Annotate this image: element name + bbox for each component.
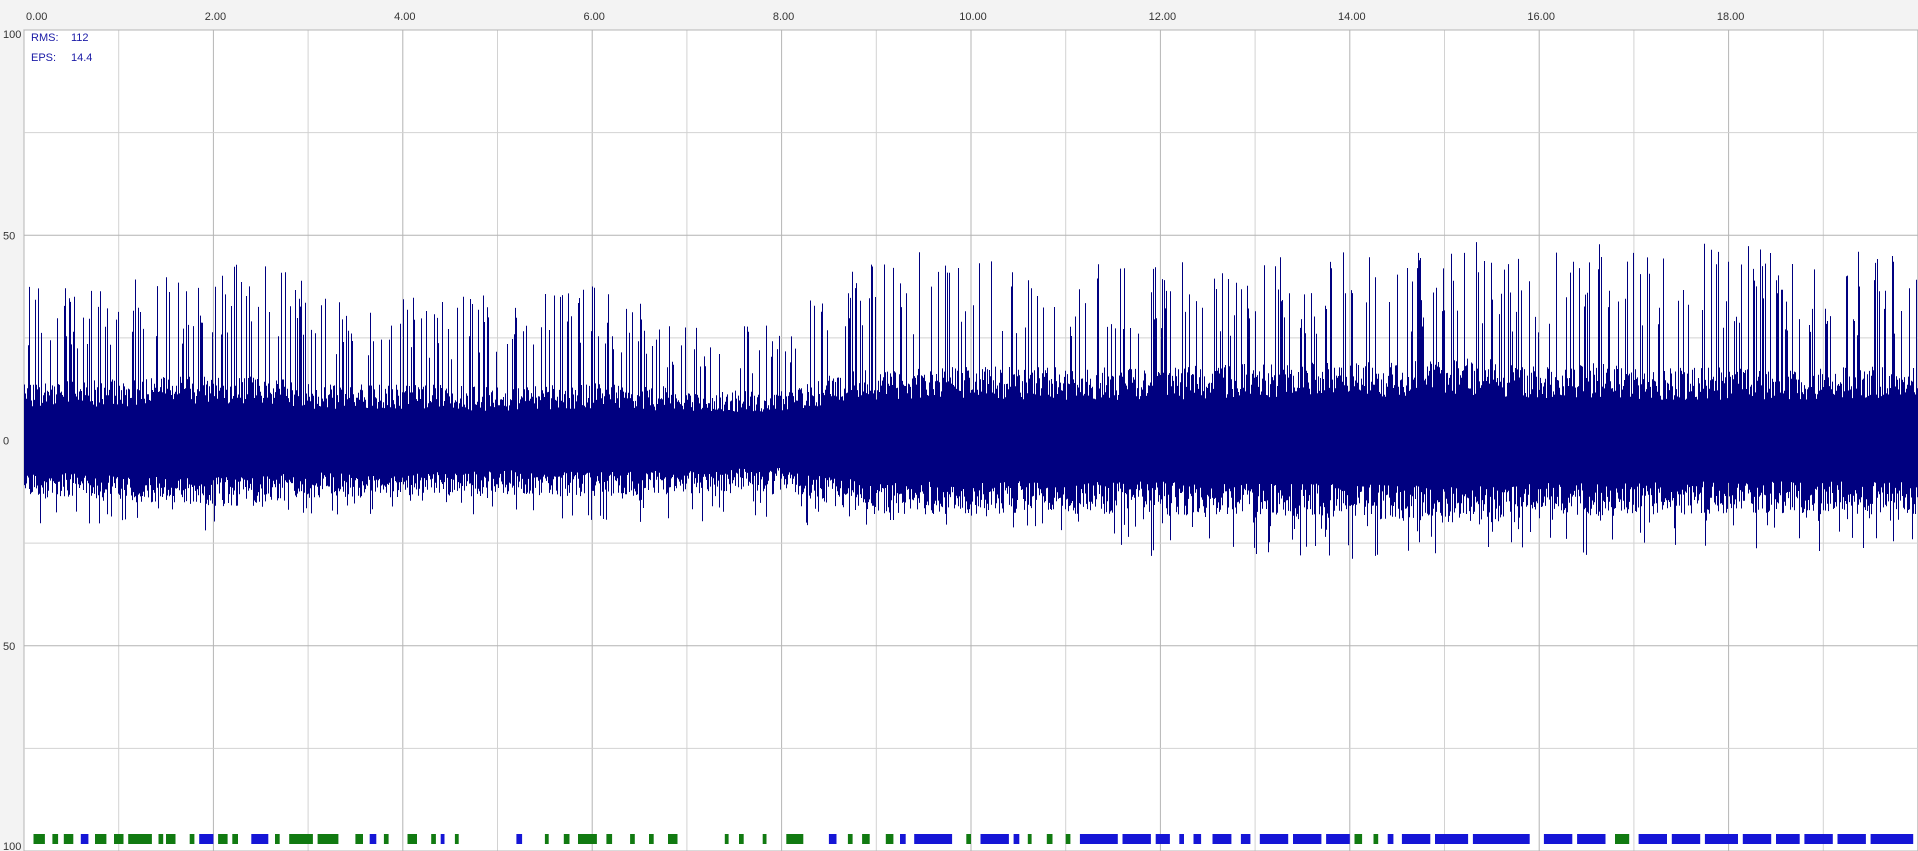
event-marker-green bbox=[606, 834, 613, 844]
event-marker-blue bbox=[1671, 834, 1701, 844]
x-tick-label: 4.00 bbox=[394, 11, 415, 23]
event-marker-green bbox=[114, 834, 124, 844]
event-marker-green bbox=[232, 834, 238, 844]
event-marker-green bbox=[966, 834, 971, 844]
event-marker-green bbox=[33, 834, 45, 844]
eps-value: 14.4 bbox=[71, 52, 92, 64]
event-marker-green bbox=[1373, 834, 1379, 844]
event-marker-blue bbox=[1193, 834, 1202, 844]
event-marker-green bbox=[166, 834, 176, 844]
event-marker-green bbox=[158, 834, 164, 844]
event-marker-green bbox=[578, 834, 597, 844]
event-marker-blue bbox=[1240, 834, 1251, 844]
event-marker-green bbox=[649, 834, 654, 844]
event-marker-blue bbox=[1742, 834, 1772, 844]
event-marker-green bbox=[847, 834, 853, 844]
event-marker-green bbox=[885, 834, 894, 844]
event-marker-blue bbox=[1013, 834, 1020, 844]
event-marker-blue bbox=[1259, 834, 1289, 844]
event-marker-blue bbox=[1401, 834, 1431, 844]
event-marker-blue bbox=[1079, 834, 1118, 844]
event-marker-green bbox=[1615, 834, 1630, 844]
event-marker-blue bbox=[1577, 834, 1606, 844]
event-marker-green bbox=[383, 834, 389, 844]
x-tick-label: 8.00 bbox=[773, 11, 794, 23]
rms-value: 112 bbox=[71, 32, 89, 44]
event-marker-blue bbox=[251, 834, 269, 844]
waveform-chart[interactable]: 0.00 2.00 4.00 6.00 8.00 10.00 12.00 14.00 16.00… bbox=[0, 0, 1918, 851]
event-marker-green bbox=[1027, 834, 1032, 844]
eps-label: EPS: bbox=[31, 52, 56, 64]
event-marker-green bbox=[289, 834, 313, 844]
event-marker-green bbox=[668, 834, 678, 844]
event-marker-green bbox=[724, 834, 729, 844]
event-marker-blue bbox=[1638, 834, 1667, 844]
event-marker-green bbox=[407, 834, 417, 844]
event-marker-blue bbox=[914, 834, 953, 844]
x-tick-label: 0.00 bbox=[26, 11, 47, 23]
event-marker-green bbox=[563, 834, 570, 844]
event-marker-green bbox=[317, 834, 339, 844]
event-marker-blue bbox=[1837, 834, 1866, 844]
y-tick-label: 50 bbox=[3, 641, 15, 653]
event-marker-blue bbox=[1472, 834, 1530, 844]
event-marker-blue bbox=[1543, 834, 1573, 844]
event-marker-blue bbox=[1804, 834, 1833, 844]
event-marker-green bbox=[431, 834, 436, 844]
event-marker-green bbox=[52, 834, 59, 844]
event-marker-green bbox=[1065, 834, 1071, 844]
rms-label: RMS: bbox=[31, 32, 59, 44]
x-tick-label: 12.00 bbox=[1149, 11, 1177, 23]
event-marker-blue bbox=[199, 834, 214, 844]
event-marker-green bbox=[355, 834, 363, 844]
event-marker-blue bbox=[440, 834, 445, 844]
x-tick-label: 10.00 bbox=[959, 11, 987, 23]
event-marker-blue bbox=[1293, 834, 1322, 844]
event-marker-green bbox=[63, 834, 74, 844]
event-marker-green bbox=[1354, 834, 1363, 844]
event-marker-blue bbox=[369, 834, 377, 844]
event-marker-blue bbox=[1122, 834, 1151, 844]
event-marker-blue bbox=[1179, 834, 1184, 844]
event-marker-blue bbox=[1326, 834, 1350, 844]
x-tick-label: 18.00 bbox=[1717, 11, 1745, 23]
event-marker-blue bbox=[1212, 834, 1232, 844]
event-marker-green bbox=[1046, 834, 1053, 844]
event-marker-green bbox=[128, 834, 152, 844]
event-marker-green bbox=[95, 834, 107, 844]
event-marker-green bbox=[762, 834, 767, 844]
event-marker-blue bbox=[516, 834, 523, 844]
event-marker-blue bbox=[1155, 834, 1170, 844]
event-marker-green bbox=[544, 834, 549, 844]
y-tick-label: 0 bbox=[3, 436, 9, 448]
event-marker-green bbox=[454, 834, 459, 844]
event-marker-green bbox=[630, 834, 635, 844]
y-tick-label: 100 bbox=[3, 841, 21, 851]
event-marker-green bbox=[862, 834, 870, 844]
event-marker-blue bbox=[980, 834, 1009, 844]
x-tick-label: 6.00 bbox=[583, 11, 604, 23]
event-marker-green bbox=[189, 834, 195, 844]
event-marker-blue bbox=[828, 834, 837, 844]
y-tick-label: 100 bbox=[3, 29, 21, 41]
event-marker-blue bbox=[900, 834, 906, 844]
event-marker-green bbox=[275, 834, 280, 844]
waveform-viewer: 0.00 2.00 4.00 6.00 8.00 10.00 12.00 14.00 16.00… bbox=[0, 0, 1918, 851]
event-marker-green bbox=[739, 834, 744, 844]
event-marker-blue bbox=[1776, 834, 1800, 844]
event-marker-blue bbox=[80, 834, 89, 844]
x-tick-label: 14.00 bbox=[1338, 11, 1366, 23]
event-marker-blue bbox=[1704, 834, 1738, 844]
event-marker-blue bbox=[1387, 834, 1394, 844]
y-tick-label: 50 bbox=[3, 230, 15, 242]
x-tick-label: 2.00 bbox=[205, 11, 226, 23]
event-marker-green bbox=[786, 834, 804, 844]
x-tick-label: 16.00 bbox=[1527, 11, 1555, 23]
event-marker-green bbox=[218, 834, 228, 844]
event-marker-blue bbox=[1870, 834, 1914, 844]
event-marker-blue bbox=[1435, 834, 1469, 844]
